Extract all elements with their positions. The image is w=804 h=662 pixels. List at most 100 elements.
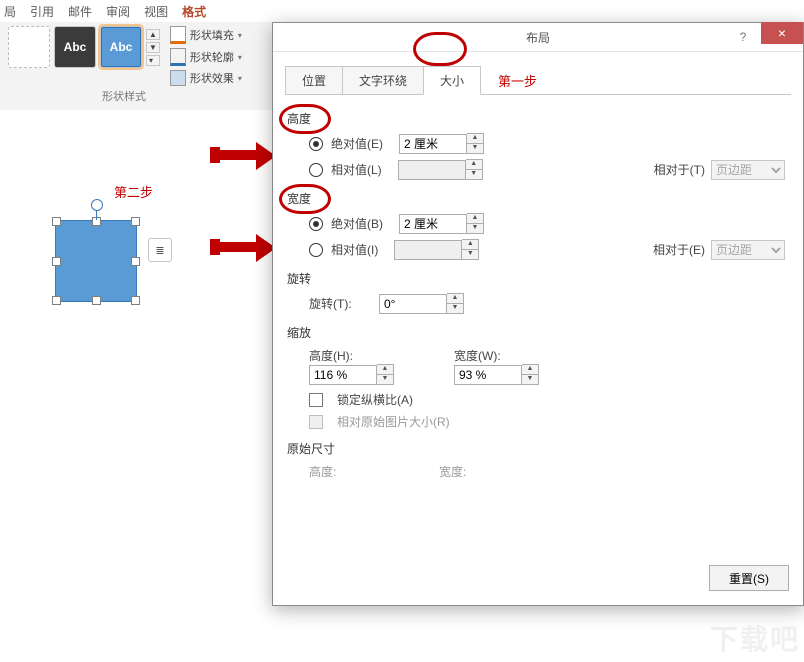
ribbon-tab-mail[interactable]: 邮件 (68, 3, 92, 20)
spinner-down-icon[interactable]: ▼ (467, 143, 484, 154)
original-width-label: 宽度: (439, 463, 509, 480)
original-height-label: 高度: (309, 463, 379, 480)
spinner-down-icon[interactable]: ▼ (467, 223, 484, 234)
ribbon-tab-view[interactable]: 视图 (144, 3, 168, 20)
section-height-title: 高度 (287, 110, 789, 127)
close-button[interactable]: × (761, 22, 803, 44)
pen-outline-icon (170, 48, 186, 66)
spinner-up-icon[interactable]: ▲ (377, 364, 394, 374)
resize-handle-br[interactable] (131, 296, 140, 305)
shape-outline-button[interactable]: 形状轮廓▾ (170, 48, 242, 66)
spinner-down-icon[interactable]: ▼ (447, 303, 464, 314)
spinner-down-icon[interactable]: ▼ (522, 374, 539, 385)
height-absolute-radio[interactable] (309, 137, 323, 151)
shape-effects-button[interactable]: 形状效果▾ (170, 70, 242, 86)
scale-row: 高度(H): ▲▼ 宽度(W): ▲▼ (309, 347, 789, 385)
layout-options-badge[interactable]: ≣ (148, 238, 172, 262)
resize-handle-ml[interactable] (52, 257, 61, 266)
spinner-up-icon[interactable]: ▲ (522, 364, 539, 374)
shape-fill-button[interactable]: 形状填充▾ (170, 26, 242, 44)
dialog-tabline (285, 94, 791, 95)
section-rotation-title: 旋转 (287, 270, 789, 287)
height-absolute-input[interactable] (399, 134, 467, 154)
width-relative-label: 相对值(I) (331, 241, 378, 258)
dialog-footer: 重置(S) (709, 565, 789, 591)
resize-handle-tl[interactable] (52, 217, 61, 226)
selected-shape[interactable] (55, 220, 137, 302)
spinner-down-icon[interactable]: ▼ (377, 374, 394, 385)
lock-aspect-row: 锁定纵横比(A) (309, 391, 789, 408)
width-absolute-input[interactable] (399, 214, 467, 234)
spinner-down-icon: ▼ (466, 169, 483, 180)
height-relative-label: 相对值(L) (331, 161, 382, 178)
original-size-row: 高度: 宽度: (309, 463, 789, 480)
effects-icon (170, 70, 186, 86)
width-relative-radio[interactable] (309, 243, 323, 257)
style-thumb-outline[interactable] (8, 26, 50, 68)
ribbon-tab-layout-cut[interactable]: 局 (4, 3, 16, 20)
height-absolute-row: 绝对值(E) ▲▼ (309, 133, 789, 154)
height-absolute-label: 绝对值(E) (331, 135, 383, 152)
paint-bucket-icon (170, 26, 186, 44)
style-gallery-up-icon[interactable]: ▲ (146, 29, 160, 40)
width-relative-input (394, 240, 462, 260)
annotation-step1: 第一步 (498, 71, 537, 90)
layout-options-icon: ≣ (155, 244, 164, 257)
relative-original-label: 相对原始图片大小(R) (337, 413, 450, 430)
width-relto-select: 页边距 (711, 240, 785, 260)
width-absolute-label: 绝对值(B) (331, 215, 383, 232)
width-relto-label: 相对于(E) (653, 241, 705, 258)
section-width-title: 宽度 (287, 190, 789, 207)
tab-size[interactable]: 大小 (423, 66, 481, 95)
relative-original-checkbox (309, 415, 323, 429)
style-thumb-black[interactable]: Abc (54, 26, 96, 68)
section-original-title: 原始尺寸 (287, 440, 789, 457)
dialog-body: 高度 绝对值(E) ▲▼ 相对值(L) ▲▼ 相对于(T) 页边距 (273, 96, 803, 496)
watermark: 下载吧 (710, 618, 800, 658)
shape-fill-label: 形状填充 (190, 27, 234, 43)
shape-styles-group-label: 形状样式 (102, 88, 146, 104)
dialog-tabstrip: 位置 文字环绕 大小 第一步 (273, 52, 803, 95)
resize-handle-bm[interactable] (92, 296, 101, 305)
height-relative-row: 相对值(L) ▲▼ 相对于(T) 页边距 (309, 159, 789, 180)
ribbon-tab-format[interactable]: 格式 (182, 3, 206, 20)
ribbon-tab-strip: 局 引用 邮件 审阅 视图 格式 (0, 0, 804, 23)
section-scale-title: 缩放 (287, 324, 789, 341)
style-thumb-blue-selected[interactable]: Abc (100, 26, 142, 68)
shape-outline-label: 形状轮廓 (190, 49, 234, 65)
help-button[interactable]: ? (729, 23, 757, 51)
tab-textwrap[interactable]: 文字环绕 (342, 66, 424, 95)
tab-position[interactable]: 位置 (285, 66, 343, 95)
scale-height-label: 高度(H): (309, 347, 379, 364)
reset-button[interactable]: 重置(S) (709, 565, 789, 591)
dialog-titlebar[interactable]: 布局 ? × (273, 23, 803, 52)
spinner-up-icon[interactable]: ▲ (447, 293, 464, 303)
height-relative-radio[interactable] (309, 163, 323, 177)
resize-handle-bl[interactable] (52, 296, 61, 305)
height-relto-select: 页边距 (711, 160, 785, 180)
spinner-up-icon[interactable]: ▲ (467, 213, 484, 223)
scale-width-input[interactable] (454, 365, 522, 385)
style-gallery-down-icon[interactable]: ▼ (146, 42, 160, 53)
scale-height-input[interactable] (309, 365, 377, 385)
spinner-down-icon: ▼ (462, 249, 479, 260)
shape-effects-label: 形状效果 (190, 70, 234, 86)
resize-handle-tr[interactable] (131, 217, 140, 226)
style-gallery-more-icon[interactable]: ▾ (146, 55, 160, 66)
lock-aspect-checkbox[interactable] (309, 393, 323, 407)
rotation-label: 旋转(T): (309, 295, 371, 312)
width-absolute-radio[interactable] (309, 217, 323, 231)
rotate-handle[interactable] (91, 199, 103, 211)
spinner-up-icon[interactable]: ▲ (467, 133, 484, 143)
height-relative-input (398, 160, 466, 180)
ribbon-tab-review[interactable]: 审阅 (106, 3, 130, 20)
shape-styles-group: Abc Abc ▲ ▼ ▾ 形状填充▾ 形状轮廓▾ (0, 22, 248, 110)
dialog-title-text: 布局 (526, 29, 550, 46)
rotation-input[interactable] (379, 294, 447, 314)
ribbon-tab-references[interactable]: 引用 (30, 3, 54, 20)
spinner-up-icon: ▲ (466, 159, 483, 169)
resize-handle-mr[interactable] (131, 257, 140, 266)
width-absolute-row: 绝对值(B) ▲▼ (309, 213, 789, 234)
scale-width-label: 宽度(W): (454, 347, 524, 364)
lock-aspect-label: 锁定纵横比(A) (337, 391, 413, 408)
